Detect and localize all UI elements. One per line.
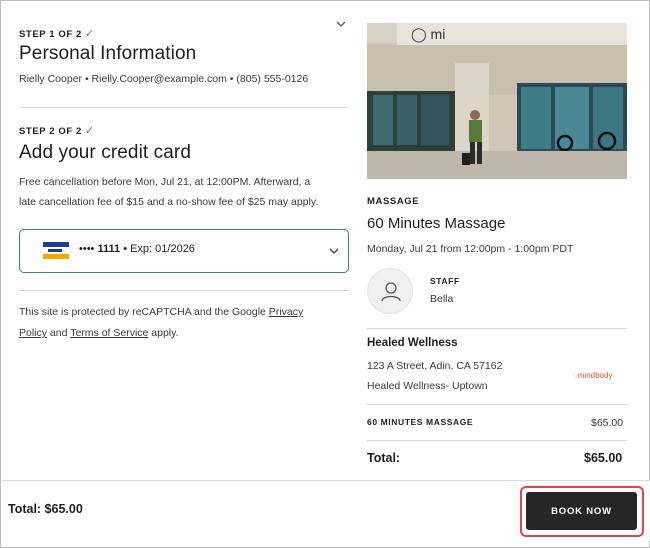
line-item-name: 60 MINUTES MASSAGE <box>367 417 474 427</box>
divider <box>367 404 627 405</box>
business-location: Healed Wellness- Uptown <box>367 380 488 392</box>
staff-label: STAFF <box>430 276 460 286</box>
service-title: 60 Minutes Massage <box>367 215 506 232</box>
divider <box>19 290 349 291</box>
checkmark-icon: ✓ <box>84 125 95 137</box>
mindbody-logo: ◌mindbody <box>573 371 612 380</box>
staff-name: Bella <box>430 293 454 305</box>
step1-header: STEP 1 OF 2 ✓ <box>19 27 95 40</box>
business-name: Healed Wellness <box>367 337 458 349</box>
card-brand-icon <box>43 242 69 259</box>
divider <box>19 107 349 108</box>
checkout-page: STEP 1 OF 2 ✓ Personal Information Rielly… <box>0 0 650 548</box>
line-item-price: $65.00 <box>591 417 624 429</box>
staff-avatar <box>367 268 413 314</box>
card-mask: •••• <box>79 243 95 255</box>
recaptcha-notice-line2: Policy and Terms of Service apply. <box>19 323 349 344</box>
brand-name: mindbody <box>577 371 613 380</box>
user-icon <box>381 282 401 302</box>
cancellation-policy-line2: late cancellation fee of $15 and a no-sh… <box>19 196 319 208</box>
recaptcha-text: This site is protected by reCAPTCHA and … <box>19 306 269 318</box>
privacy-policy-link[interactable]: Policy <box>19 327 47 339</box>
appointment-datetime: Monday, Jul 21 from 12:00pm - 1:00pm PDT <box>367 243 574 255</box>
footer-total: Total: $65.00 <box>8 502 83 516</box>
chevron-down-icon[interactable] <box>335 18 347 30</box>
terms-of-service-link[interactable]: Terms of Service <box>70 327 148 339</box>
cancellation-policy-line1: Free cancellation before Mon, Jul 21, at… <box>19 176 311 188</box>
recaptcha-text: and <box>47 327 71 339</box>
divider <box>367 328 627 329</box>
card-last4: 1111 <box>97 243 121 255</box>
checkout-footer: Total: $65.00 BOOK NOW <box>2 480 650 541</box>
step2-label: STEP 2 OF 2 <box>19 126 82 137</box>
business-address: 123 A Street, Adin, CA 57162 <box>367 360 503 372</box>
business-photo: ◯ mi <box>367 23 627 179</box>
total-label: Total: <box>367 451 401 465</box>
card-expiry: • Exp: 01/2026 <box>123 243 195 255</box>
step1-title: Personal Information <box>19 43 197 64</box>
privacy-policy-link[interactable]: Privacy <box>269 306 303 318</box>
credit-card-select[interactable]: •••• 1111 • Exp: 01/2026 <box>19 229 349 273</box>
recaptcha-notice-line1: This site is protected by reCAPTCHA and … <box>19 302 349 323</box>
storefront-image: ◯ mi <box>367 23 627 179</box>
step1-label: STEP 1 OF 2 <box>19 29 82 40</box>
recaptcha-text: apply. <box>148 327 179 339</box>
book-now-button[interactable]: BOOK NOW <box>526 492 637 530</box>
step2-header: STEP 2 OF 2 ✓ <box>19 124 95 137</box>
svg-text:◯ mi: ◯ mi <box>411 26 445 43</box>
personal-details: Rielly Cooper • Rielly.Cooper@example.co… <box>19 73 309 85</box>
step2-title: Add your credit card <box>19 142 192 163</box>
card-number: •••• 1111 • Exp: 01/2026 <box>79 243 195 255</box>
service-category: MASSAGE <box>367 196 420 207</box>
divider <box>367 440 627 441</box>
chevron-down-icon <box>329 248 339 254</box>
book-now-highlight: BOOK NOW <box>520 486 644 537</box>
checkmark-icon: ✓ <box>84 28 95 40</box>
total-value: $65.00 <box>584 451 623 465</box>
